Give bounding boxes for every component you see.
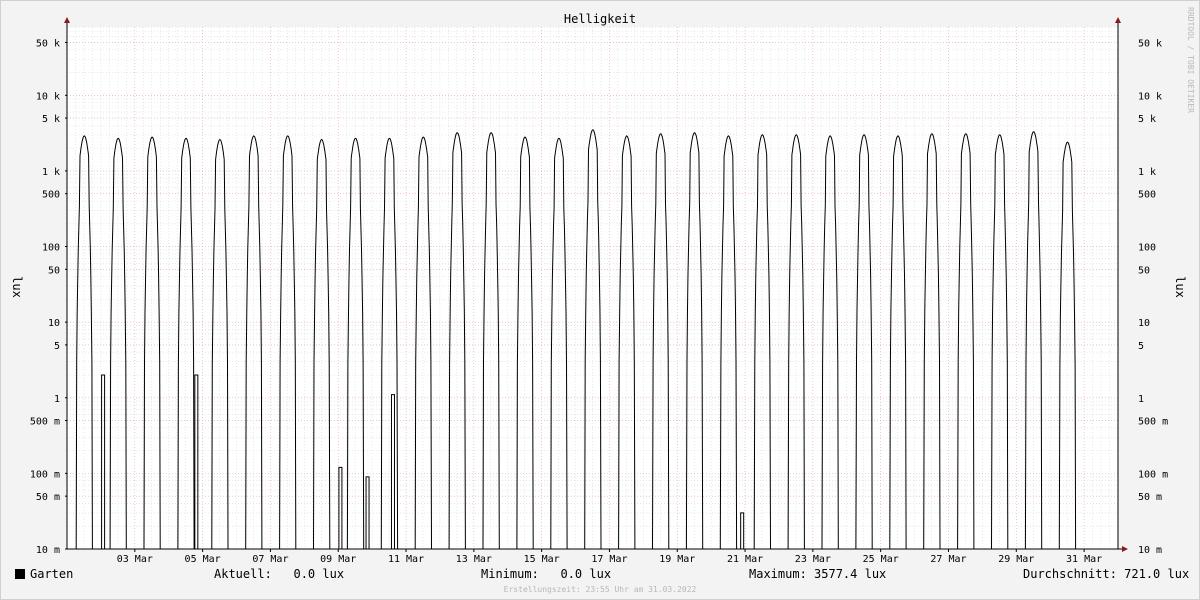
legend-durchschnitt: Durchschnitt: 721.0 lux	[1023, 567, 1189, 581]
aktuell-label: Aktuell:	[214, 567, 272, 581]
grid	[66, 26, 1119, 550]
y-tick-label-right: 50 m	[1138, 492, 1162, 503]
aktuell-value: 0.0 lux	[293, 567, 345, 581]
chart-title: Helligkeit	[564, 12, 636, 26]
y-tick-label-right: 500 m	[1138, 417, 1168, 428]
y-tick-label-right: 500	[1138, 190, 1156, 201]
y-tick-label-right: 1 k	[1138, 167, 1156, 178]
legend-series: Garten	[15, 567, 73, 581]
chart: 50 k 50 k10 k 10 k5 k5 k1 k1 k500 500100 100…	[10, 7, 1195, 565]
y-tick-label-left: 500 m	[30, 417, 60, 428]
y-tick-label-left: 100	[42, 243, 60, 254]
y-tick-label-left: 500	[42, 190, 60, 201]
y-tick-label-left: 10 m	[36, 545, 60, 556]
durchschnitt-value: 721.0 lux	[1124, 567, 1190, 581]
legend-maximum: Maximum: 3577.4 lux	[749, 567, 886, 581]
y-tick-label-right: 100 m	[1138, 469, 1168, 480]
legend-aktuell: Aktuell: 0.0 lux	[214, 567, 344, 581]
y-tick-label-right: 10 k	[1138, 91, 1162, 102]
x-tick-label: 19 Mar	[659, 554, 695, 565]
legend-minimum: Minimum: 0.0 lux	[481, 567, 611, 581]
x-tick-label: 07 Mar	[252, 554, 288, 565]
y-tick-label-left: 50 k	[36, 38, 60, 49]
x-tick-label: 03 Mar	[117, 554, 153, 565]
y-tick-label-left: 50 m	[36, 492, 60, 503]
y-tick-label-left: 100 m	[30, 469, 60, 480]
x-axis-arrow	[1122, 546, 1128, 552]
y-axis-label-left: lux	[10, 276, 24, 298]
maximum-label: Maximum:	[749, 567, 807, 581]
y-tick-label-right: 5	[1138, 341, 1144, 352]
y-tick-label-left: 5 k	[42, 114, 60, 125]
y-axis-arrow-left	[64, 17, 70, 23]
y-tick-label-left: 1	[54, 394, 60, 405]
minimum-label: Minimum:	[481, 567, 539, 581]
x-tick-label: 21 Mar	[727, 554, 763, 565]
y-tick-label-right: 10	[1138, 318, 1150, 329]
x-tick-label: 13 Mar	[456, 554, 492, 565]
y-tick-label-right: 50	[1138, 265, 1150, 276]
x-tick-label: 05 Mar	[185, 554, 221, 565]
x-tick-label: 31 Mar	[1066, 554, 1102, 565]
y-tick-label-left: 10	[48, 318, 60, 329]
y-tick-label-right: 10 m	[1138, 545, 1162, 556]
y-tick-label-right: 50 k	[1138, 38, 1162, 49]
x-tick-label: 11 Mar	[388, 554, 424, 565]
y-axis-label-right: lux	[1173, 276, 1187, 298]
y-tick-label-left: 50	[48, 265, 60, 276]
x-tick-label: 29 Mar	[998, 554, 1034, 565]
minimum-value: 0.0 lux	[560, 567, 612, 581]
y-tick-label-right: 5 k	[1138, 114, 1156, 125]
watermark: RRDTOOL / TOBI OETIKER	[1186, 7, 1195, 113]
x-tick-label: 27 Mar	[930, 554, 966, 565]
y-tick-label-left: 1 k	[42, 167, 60, 178]
x-tick-label: 25 Mar	[863, 554, 899, 565]
legend-series-name: Garten	[30, 567, 74, 581]
y-tick-label-left: 5	[54, 341, 60, 352]
y-axis-arrow-right	[1115, 17, 1121, 23]
maximum-value: 3577.4 lux	[814, 567, 887, 581]
x-tick-label: 15 Mar	[524, 554, 560, 565]
y-tick-label-right: 100	[1138, 243, 1156, 254]
x-tick-label: 23 Mar	[795, 554, 831, 565]
durchschnitt-label: Durchschnitt:	[1023, 567, 1117, 581]
footer-timestamp: Erstellungszeit: 23:55 Uhr am 31.03.2022	[503, 585, 697, 594]
y-tick-label-right: 1	[1138, 394, 1144, 405]
legend-row: Garten Aktuell: 0.0 lux Minimum: 0.0 lux…	[15, 567, 1189, 583]
x-tick-label: 09 Mar	[320, 554, 356, 565]
y-tick-label-left: 10 k	[36, 91, 60, 102]
x-tick-label: 17 Mar	[591, 554, 627, 565]
legend-swatch	[15, 569, 25, 579]
